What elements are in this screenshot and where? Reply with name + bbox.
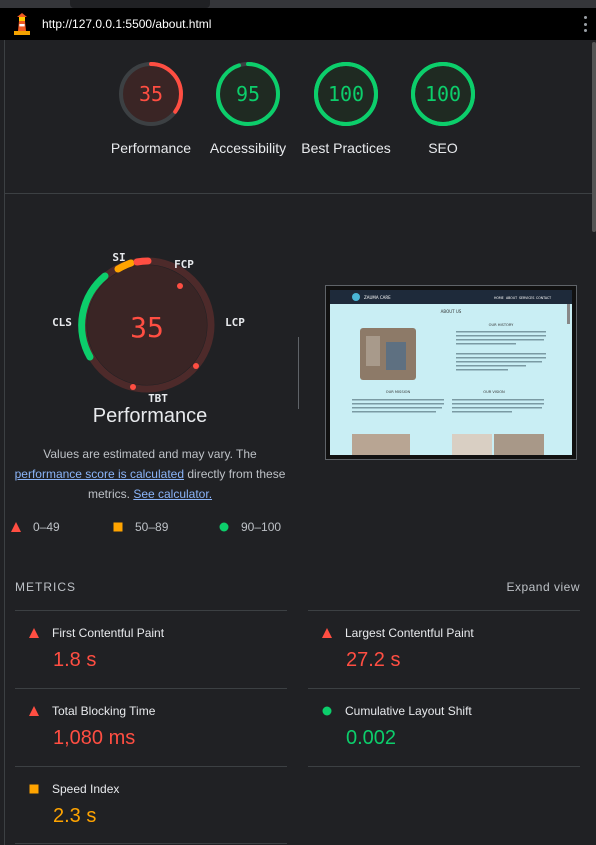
segment-label-fcp: FCP: [174, 258, 194, 271]
score-label: SEO: [428, 140, 458, 156]
circle-icon: [219, 522, 229, 532]
svg-text:ABOUT: ABOUT: [506, 296, 517, 300]
legend-fail: 0–49: [11, 520, 60, 534]
performance-big-score: 35: [130, 311, 164, 344]
gauge-seo[interactable]: 100 SEO: [393, 60, 493, 158]
svg-text:HOME: HOME: [494, 296, 504, 300]
score-label: Accessibility: [209, 140, 287, 156]
score-value: 100: [425, 82, 461, 106]
scrollbar-thumb[interactable]: [592, 42, 596, 232]
svg-text:ABOUT US: ABOUT US: [441, 309, 462, 314]
svg-text:SERVICES: SERVICES: [519, 296, 534, 300]
segment-label-tbt: TBT: [148, 392, 168, 403]
desc-prefix: Values are estimated and may vary. The: [43, 447, 257, 461]
triangle-icon: [11, 522, 21, 532]
metric-title: Cumulative Layout Shift: [345, 704, 472, 718]
score-value: 95: [236, 82, 260, 106]
metric-lcp: Largest Contentful Paint 27.2 s: [308, 610, 580, 688]
segment-label-lcp: LCP: [225, 316, 245, 329]
score-gauges: 35 Performance 95 Accessibility 100 Best Pr…: [5, 40, 593, 194]
metric-row-divider: [308, 766, 580, 767]
more-menu-icon[interactable]: [582, 16, 588, 32]
metric-value: 27.2 s: [346, 649, 401, 671]
score-ring-icon: 35: [119, 62, 183, 126]
expand-view-button[interactable]: Expand view: [506, 580, 580, 594]
legend-fail-label: 0–49: [33, 520, 60, 534]
svg-text:OUR VISION: OUR VISION: [483, 390, 505, 394]
triangle-icon: [322, 628, 332, 638]
score-label: Performance: [110, 140, 192, 156]
metric-value: 1,080 ms: [53, 727, 136, 749]
svg-text:OUR MISSION: OUR MISSION: [386, 390, 411, 394]
metrics-heading: METRICS: [15, 580, 76, 594]
lighthouse-icon: [12, 13, 32, 35]
metric-value: 1.8 s: [53, 649, 97, 671]
section-divider: [298, 337, 299, 409]
gauge-accessibility[interactable]: 95 Accessibility: [198, 60, 298, 158]
report-content: 35 Performance 95 Accessibility 100 Best Pr…: [4, 40, 593, 845]
page-screenshot-thumbnail[interactable]: ZAUMA CARE HOME ABOUT SERVICES CONTACT A…: [325, 285, 577, 460]
metric-title: Speed Index: [52, 782, 120, 796]
performance-big-gauge: 35 SI FCP LCP TBT CLS: [52, 251, 245, 403]
circle-icon: [322, 706, 332, 716]
metric-tbt: Total Blocking Time 1,080 ms: [15, 688, 287, 766]
legend-average-label: 50–89: [135, 520, 169, 534]
legend-pass-label: 90–100: [241, 520, 282, 534]
browser-tab[interactable]: [70, 0, 210, 8]
score-ring-icon: 95: [216, 62, 280, 126]
metrics-header: METRICS Expand view: [15, 580, 580, 594]
metric-value: 0.002: [346, 727, 397, 749]
scrollbar[interactable]: [592, 40, 596, 845]
gauge-best-practices[interactable]: 100 Best Practices: [296, 60, 396, 158]
score-ring-icon: 100: [314, 62, 378, 126]
performance-title: Performance: [92, 405, 208, 427]
metric-value: 2.3 s: [53, 805, 97, 827]
score-ring-icon: 100: [411, 62, 475, 126]
gauge-performance[interactable]: 35 Performance: [101, 60, 201, 158]
segment-label-si: SI: [112, 251, 125, 264]
legend-pass: 90–100: [219, 520, 281, 534]
legend-average: 50–89: [113, 520, 168, 534]
thumb-site-name: ZAUMA CARE: [364, 295, 391, 300]
see-calculator-link[interactable]: See calculator.: [133, 487, 212, 501]
metric-title: Total Blocking Time: [52, 704, 156, 718]
metric-si: Speed Index 2.3 s: [15, 766, 287, 844]
score-label: Best Practices: [301, 140, 391, 156]
metric-title: First Contentful Paint: [52, 626, 165, 640]
metric-row-divider: [15, 843, 287, 844]
metric-title: Largest Contentful Paint: [345, 626, 474, 640]
score-calculated-link[interactable]: performance score is calculated: [15, 467, 184, 481]
url-text[interactable]: http://127.0.0.1:5500/about.html: [42, 17, 211, 31]
metric-cls: Cumulative Layout Shift 0.002: [308, 688, 580, 766]
square-icon: [113, 522, 123, 532]
svg-text:CONTACT: CONTACT: [536, 296, 551, 300]
score-value: 100: [328, 82, 364, 106]
svg-text:OUR HISTORY: OUR HISTORY: [489, 323, 514, 327]
square-icon: [29, 784, 39, 794]
metric-fcp: First Contentful Paint 1.8 s: [15, 610, 287, 688]
performance-description: Values are estimated and may vary. The p…: [5, 444, 295, 504]
score-value: 35: [139, 82, 163, 106]
segment-label-cls: CLS: [52, 316, 72, 329]
browser-tab-strip: [0, 0, 596, 8]
triangle-icon: [29, 628, 39, 638]
triangle-icon: [29, 706, 39, 716]
url-bar: http://127.0.0.1:5500/about.html: [0, 8, 596, 40]
